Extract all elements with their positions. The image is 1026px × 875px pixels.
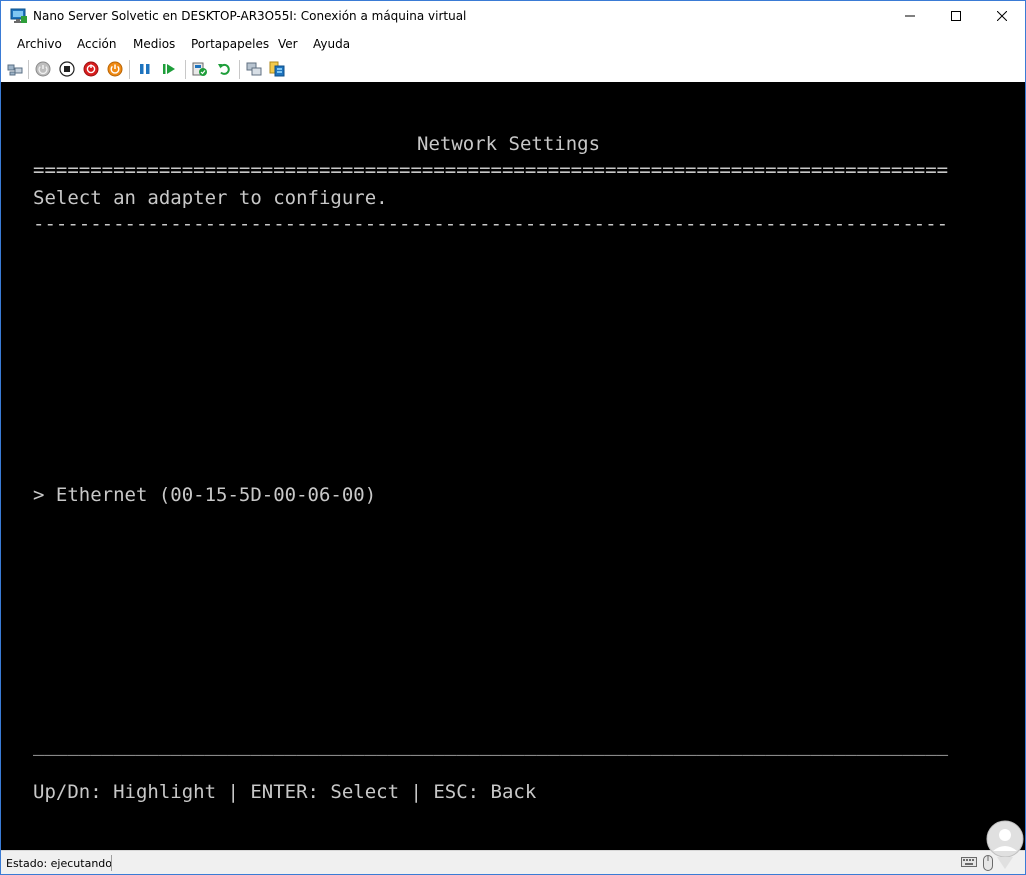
enhanced-session-icon[interactable] [246, 61, 262, 77]
start-icon[interactable] [35, 61, 51, 77]
resume-icon[interactable] [161, 61, 177, 77]
ctrl-alt-del-icon[interactable] [7, 61, 23, 77]
checkpoint-icon[interactable] [192, 61, 208, 77]
status-text: Estado: ejecutando [6, 857, 112, 870]
maximize-button[interactable] [933, 1, 979, 31]
title-bar[interactable]: Nano Server Solvetic en DESKTOP-AR3O55I:… [1, 1, 1025, 31]
console-prompt: Select an adapter to configure. [33, 187, 388, 209]
share-icon[interactable] [269, 61, 285, 77]
toolbar [1, 56, 1025, 82]
menu-accion[interactable]: Acción [77, 37, 116, 51]
toolbar-separator [185, 60, 186, 79]
menu-ver[interactable]: Ver [278, 37, 298, 51]
key-help: Up/Dn: Highlight | ENTER: Select | ESC: … [33, 781, 537, 803]
menu-portapapeles[interactable]: Portapapeles [191, 37, 269, 51]
double-rule: ========================================… [33, 159, 949, 181]
keyboard-icon [961, 857, 977, 867]
adapter-option-ethernet[interactable]: > Ethernet (00-15-5D-00-06-00) [33, 484, 376, 506]
turn-off-icon[interactable] [59, 61, 75, 77]
status-separator [111, 855, 112, 871]
console-heading: Network Settings [417, 133, 601, 155]
minimize-button[interactable] [887, 1, 933, 31]
menu-ayuda[interactable]: Ayuda [313, 37, 350, 51]
solvetic-logo-icon [986, 820, 1024, 869]
vm-console-screen[interactable]: Network Settings =======================… [1, 82, 1025, 850]
menu-medios[interactable]: Medios [133, 37, 175, 51]
vm-connection-window: Nano Server Solvetic en DESKTOP-AR3O55I:… [0, 0, 1026, 875]
close-icon [997, 11, 1007, 21]
minimize-icon [905, 15, 915, 17]
menu-bar: Archivo Acción Medios Portapapeles Ver A… [1, 31, 1025, 56]
save-icon[interactable] [107, 61, 123, 77]
revert-icon[interactable] [216, 61, 232, 77]
single-rule: ----------------------------------------… [33, 213, 949, 235]
vm-connect-icon [10, 8, 27, 23]
toolbar-separator [129, 60, 130, 79]
close-button[interactable] [979, 1, 1025, 31]
status-bar: Estado: ejecutando [1, 850, 1025, 874]
toolbar-separator [239, 60, 240, 79]
maximize-icon [951, 11, 961, 21]
menu-archivo[interactable]: Archivo [17, 37, 62, 51]
window-title: Nano Server Solvetic en DESKTOP-AR3O55I:… [33, 9, 467, 23]
pause-icon[interactable] [137, 61, 153, 77]
toolbar-separator [28, 60, 29, 79]
bottom-rule: ________________________________________… [33, 734, 949, 756]
shutdown-icon[interactable] [83, 61, 99, 77]
